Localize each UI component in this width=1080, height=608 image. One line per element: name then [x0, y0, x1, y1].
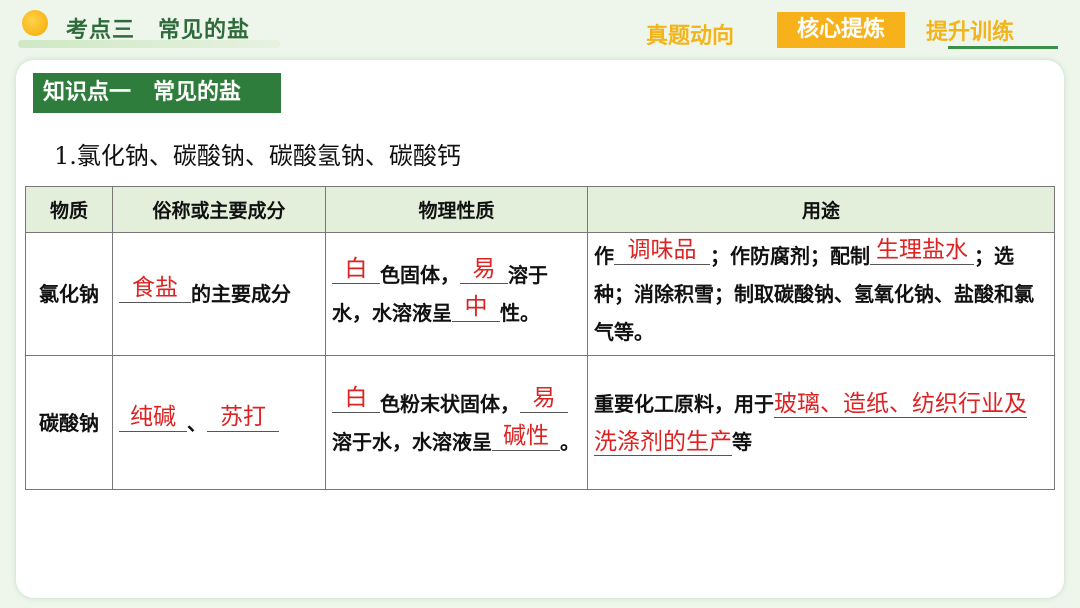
answer-blank: 中	[452, 293, 500, 322]
tab-practice[interactable]: 提升训练	[926, 14, 1014, 48]
sun-icon	[22, 10, 48, 36]
header: 考点三 常见的盐 真题动向 核心提炼 提升训练	[0, 0, 1080, 56]
substance-name: 氯化钠	[25, 232, 113, 356]
table-row: 碳酸钠 纯碱、苏打 白色粉末状固体， 易溶于水，水溶液呈 碱性。 重要化工原料，用于…	[25, 355, 1055, 490]
table-row: 氯化钠 食盐 的主要成分 白色固体，易溶于水，水溶液呈中性。 作调味品 ；作防腐剂；…	[25, 232, 1055, 356]
use-cell: 作调味品 ；作防腐剂；配制 生理盐水 ；选种；消除积雪；制取碳酸钠、氢氧化钠、盐酸和氯…	[587, 232, 1055, 356]
use-text: ；作防腐剂；配制	[710, 244, 870, 268]
header-alias: 俗称或主要成分	[112, 186, 326, 233]
tab-core-summary[interactable]: 核心提炼	[777, 12, 905, 48]
page-title: 考点三 常见的盐	[66, 18, 251, 43]
physical-text: 色粉末状固体，	[380, 391, 520, 416]
header-physical: 物理性质	[325, 186, 588, 233]
answer-blank: 纯碱	[119, 403, 187, 432]
use-text: 作	[594, 244, 614, 268]
tab-underline	[948, 46, 1058, 49]
tab-exam-trends[interactable]: 真题动向	[646, 18, 734, 52]
physical-text: 性。	[500, 301, 540, 325]
physical-text: 色固体，	[380, 263, 460, 287]
alias-text: 的主要成分	[191, 282, 291, 306]
answer-blank: 白	[332, 255, 380, 284]
header-use: 用途	[587, 186, 1055, 233]
physical-text: 。	[560, 429, 580, 454]
answer-blank: 易	[520, 384, 568, 413]
substance-name: 碳酸钠	[25, 355, 113, 490]
answer-blank: 易	[460, 255, 508, 284]
answer-blank: 调味品	[614, 236, 710, 265]
use-cell: 重要化工原料，用于玻璃、造纸、纺织行业及洗涤剂的生产等	[587, 355, 1055, 490]
alias-cell: 食盐 的主要成分	[112, 232, 326, 356]
section-label: 知识点一 常见的盐	[33, 73, 281, 113]
physical-text: 溶于水，水溶液呈	[332, 429, 492, 454]
use-text: 等	[732, 429, 752, 454]
answer-blank: 白	[332, 384, 380, 413]
alias-cell: 纯碱、苏打	[112, 355, 326, 490]
alias-separator: 、	[187, 410, 207, 435]
answer-blank: 碱性	[492, 422, 560, 451]
physical-cell: 白色粉末状固体， 易溶于水，水溶液呈 碱性。	[325, 355, 588, 490]
answer-blank: 苏打	[207, 403, 279, 432]
table-header-row: 物质 俗称或主要成分 物理性质 用途	[25, 186, 1055, 233]
header-substance: 物质	[25, 186, 113, 233]
use-text: 重要化工原料，用于	[594, 391, 774, 416]
physical-cell: 白色固体，易溶于水，水溶液呈中性。	[325, 232, 588, 356]
answer-blank: 食盐	[119, 274, 191, 303]
salt-table: 物质 俗称或主要成分 物理性质 用途 氯化钠 食盐 的主要成分 白色固体，易溶于水…	[25, 186, 1055, 490]
section-subtitle: 1.氯化钠、碳酸钠、碳酸氢钠、碳酸钙	[54, 142, 461, 170]
answer-blank: 生理盐水	[870, 236, 974, 265]
